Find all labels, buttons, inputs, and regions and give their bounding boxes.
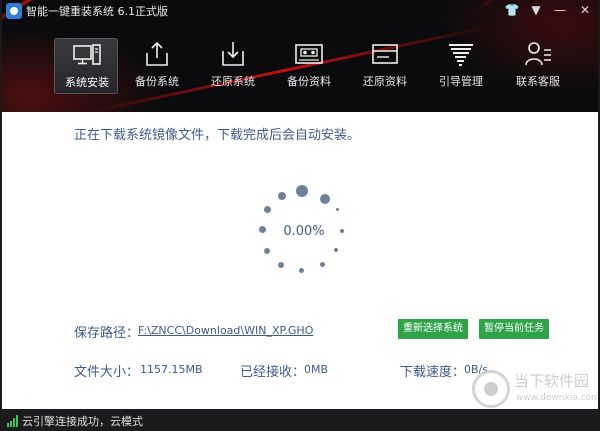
menu-button[interactable]: ▼ (524, 0, 548, 20)
cassette-icon (295, 44, 323, 64)
progress-percent: 0.00% (283, 224, 325, 239)
user-list-icon (525, 42, 551, 66)
tab-backup-data[interactable]: 备份资料 (277, 38, 341, 94)
minimize-button[interactable]: — (548, 0, 572, 20)
monitor-pc-icon (73, 44, 101, 65)
upload-icon (146, 41, 168, 66)
window-title: 智能一键重装系统 6.1正式版 (26, 5, 168, 18)
file-size-value: 1157.15MB (140, 363, 203, 376)
watermark-url: www.downxia.com (516, 393, 600, 403)
tab-label: 备份系统 (135, 75, 179, 88)
watermark-name: 当下软件园 (514, 372, 590, 390)
main-content: 正在下载系统镜像文件，下载完成后会自动安装。 0.00% 保存路径： F:\ZN… (2, 112, 598, 409)
spinner-dot (320, 194, 330, 204)
app-window: 智能一键重装系统 6.1正式版 👕 ▼ — ✕ 系统安装 备份系统 还原系统 备… (0, 0, 600, 431)
pause-task-button[interactable]: 暂停当前任务 (479, 319, 549, 339)
tab-contact-support[interactable]: 联系客服 (506, 38, 570, 94)
tab-restore-data[interactable]: 还原资料 (353, 38, 417, 94)
download-status-message: 正在下载系统镜像文件，下载完成后会自动安装。 (74, 128, 361, 143)
spinner-dot (334, 248, 338, 252)
window-controls: 👕 ▼ — ✕ (500, 0, 598, 20)
app-logo-icon (6, 3, 22, 19)
tab-label: 系统安装 (65, 76, 109, 89)
received-value: 0MB (304, 363, 329, 376)
file-size-label: 文件大小： (74, 365, 140, 380)
tab-system-install[interactable]: 系统安装 (54, 38, 118, 94)
main-toolbar: 系统安装 备份系统 还原系统 备份资料 还原资料 引导管理 联系客服 (46, 38, 598, 94)
tab-boot-manager[interactable]: 引导管理 (429, 38, 493, 94)
spinner-dot (278, 192, 286, 200)
tab-label: 联系客服 (516, 75, 560, 88)
skin-button[interactable]: 👕 (500, 0, 524, 20)
header: 智能一键重装系统 6.1正式版 👕 ▼ — ✕ 系统安装 备份系统 还原系统 备… (2, 0, 598, 112)
speed-label: 下载速度： (400, 365, 466, 380)
save-path-link[interactable]: F:\ZNCC\Download\WIN_XP.GHO (138, 324, 313, 337)
tab-restore-system[interactable]: 还原系统 (201, 38, 265, 94)
tornado-icon (449, 44, 473, 66)
spinner-dot (299, 268, 304, 273)
spinner-dot (296, 185, 308, 197)
tab-label: 备份资料 (287, 75, 331, 88)
tab-label: 还原系统 (211, 75, 255, 88)
spinner-dot (264, 248, 270, 254)
connection-status: 云引擎连接成功，云模式 (22, 415, 143, 428)
signal-icon (7, 415, 18, 427)
title-bar[interactable]: 智能一键重装系统 6.1正式版 👕 ▼ — ✕ (2, 0, 598, 22)
spinner-dot (320, 262, 325, 267)
spinner-dot (336, 208, 339, 211)
received-label: 已经接收： (240, 365, 306, 380)
tab-label: 引导管理 (439, 75, 483, 88)
close-button[interactable]: ✕ (572, 0, 598, 20)
download-icon (222, 42, 244, 66)
watermark-logo-icon (472, 370, 510, 408)
status-bar: 云引擎连接成功，云模式 (2, 409, 598, 431)
card-icon (372, 44, 398, 64)
tab-label: 还原资料 (363, 75, 407, 88)
spinner-dot (264, 206, 271, 213)
tab-backup-system[interactable]: 备份系统 (125, 38, 189, 94)
spinner-dot (278, 262, 284, 268)
save-path-label: 保存路径： (74, 326, 140, 341)
reselect-system-button[interactable]: 重新选择系统 (398, 319, 468, 339)
